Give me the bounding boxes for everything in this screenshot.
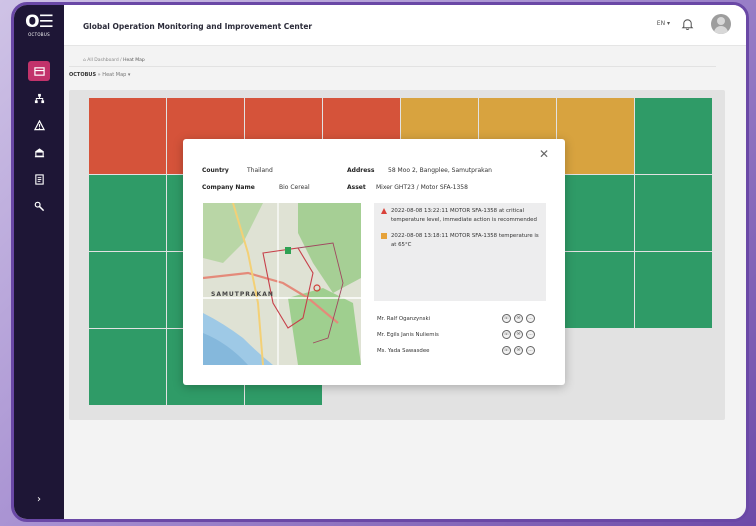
company-label: Company Name (202, 184, 255, 191)
phone-icon[interactable]: ☏ (502, 330, 511, 339)
contact-row: Mr. Ralf Oganzynski ☏ ✉… (377, 311, 545, 327)
sidebar-item-network[interactable] (28, 88, 50, 108)
sidebar-item-reports[interactable] (28, 169, 50, 189)
alert-text: 2022-08-08 13:18:11 MOTOR SFA-1358 tempe… (391, 233, 539, 248)
view-selector[interactable]: » Heat Map ▾ (98, 72, 131, 78)
map-graphic (203, 203, 361, 365)
contact-list: Mr. Ralf Oganzynski ☏ ✉… Mr. Egils Janis Nu… (377, 311, 545, 359)
heatmap-cell[interactable] (89, 329, 166, 405)
asset-label: Asset (347, 184, 366, 191)
heatmap-cell[interactable] (557, 98, 634, 174)
address-value: 58 Moo 2, Bangplee, Samutprakan (388, 167, 492, 174)
breadcrumb: ⌂ All Dashboard / Heat Map (83, 58, 145, 63)
divider (69, 66, 716, 67)
breadcrumb-root[interactable]: All Dashboard (87, 58, 118, 63)
heatmap-cell[interactable] (89, 175, 166, 251)
logo-mark: O☰ (25, 12, 54, 32)
contact-actions: ☏ ✉… (502, 346, 535, 355)
contact-actions: ☏ ✉… (502, 314, 535, 323)
sidebar-item-alerts[interactable] (28, 115, 50, 135)
contact-name: Mr. Ralf Oganzynski (377, 316, 431, 322)
warning-triangle-icon (381, 208, 387, 214)
email-icon[interactable]: ✉ (514, 314, 523, 323)
heatmap-cell[interactable] (557, 175, 634, 251)
email-icon[interactable]: ✉ (514, 346, 523, 355)
close-icon[interactable]: ✕ (539, 147, 549, 161)
email-icon[interactable]: ✉ (514, 330, 523, 339)
alert-item[interactable]: 2022-08-08 13:22:11 MOTOR SFA-1358 at cr… (381, 207, 539, 224)
asset-value: Mixer GHT23 / Motor SFA-1358 (376, 184, 468, 191)
chat-icon[interactable]: … (526, 314, 535, 323)
sidebar-item-dashboard[interactable] (28, 61, 50, 81)
phone-icon[interactable]: ☏ (502, 314, 511, 323)
warning-square-icon (381, 233, 387, 239)
logo-text: OCTOBUS (28, 32, 50, 37)
company-selector[interactable]: OCTOBUS (69, 72, 96, 78)
breadcrumb-current: Heat Map (123, 58, 145, 63)
sidebar: O☰ OCTOBUS › (14, 5, 64, 519)
wrench-icon (34, 201, 44, 211)
contact-name: Ms. Yada Sawasdee (377, 348, 430, 354)
chat-icon[interactable]: … (526, 346, 535, 355)
contact-name: Mr. Egils Janis Nuliemis (377, 332, 439, 338)
dashboard-icon (33, 66, 45, 76)
network-icon (34, 93, 44, 103)
heatmap-cell[interactable] (557, 252, 634, 328)
company-value: Bio Cereal (279, 184, 310, 191)
app-title: Global Operation Monitoring and Improvem… (83, 22, 313, 31)
heatmap-cell[interactable] (89, 98, 166, 174)
modal-card: ✕ Country Thailand Address 58 Moo 2, Ban… (183, 139, 565, 385)
contact-row: Mr. Egils Janis Nuliemis ☏ ✉… (377, 327, 545, 343)
language-selector[interactable]: EN ▾ (657, 20, 670, 27)
location-map[interactable]: SAMUTPRAKAN (203, 203, 361, 365)
address-label: Address (347, 167, 375, 174)
contact-row: Ms. Yada Sawasdee ☏ ✉… (377, 343, 545, 359)
sidebar-item-sites[interactable] (28, 142, 50, 162)
alert-item[interactable]: 2022-08-08 13:18:11 MOTOR SFA-1358 tempe… (381, 232, 539, 249)
heatmap-cell[interactable] (635, 175, 712, 251)
country-value: Thailand (247, 167, 273, 174)
report-icon (34, 173, 44, 185)
country-label: Country (202, 167, 229, 174)
phone-icon[interactable]: ☏ (502, 346, 511, 355)
contact-actions: ☏ ✉… (502, 330, 535, 339)
sidebar-item-maintenance[interactable] (28, 196, 50, 216)
heatmap-cell[interactable] (635, 98, 712, 174)
sidebar-expand-button[interactable]: › (28, 491, 50, 507)
logo[interactable]: O☰ OCTOBUS (22, 13, 56, 37)
breadcrumb-separator: / (120, 58, 122, 63)
heatmap-cell[interactable] (635, 252, 712, 328)
alert-text: 2022-08-08 13:22:11 MOTOR SFA-1358 at cr… (391, 208, 537, 223)
bell-icon[interactable] (681, 17, 694, 31)
top-bar: Global Operation Monitoring and Improvem… (64, 5, 746, 46)
page-header: OCTOBUS » Heat Map ▾ (69, 72, 130, 78)
alert-icon (33, 119, 45, 130)
map-place-label: SAMUTPRAKAN (211, 291, 274, 298)
alert-list: 2022-08-08 13:22:11 MOTOR SFA-1358 at cr… (374, 203, 546, 301)
building-icon (34, 147, 44, 157)
chat-icon[interactable]: … (526, 330, 535, 339)
asset-detail-modal: ✕ Country Thailand Address 58 Moo 2, Ban… (183, 139, 565, 385)
heatmap-cell[interactable] (89, 252, 166, 328)
avatar[interactable] (711, 14, 731, 34)
